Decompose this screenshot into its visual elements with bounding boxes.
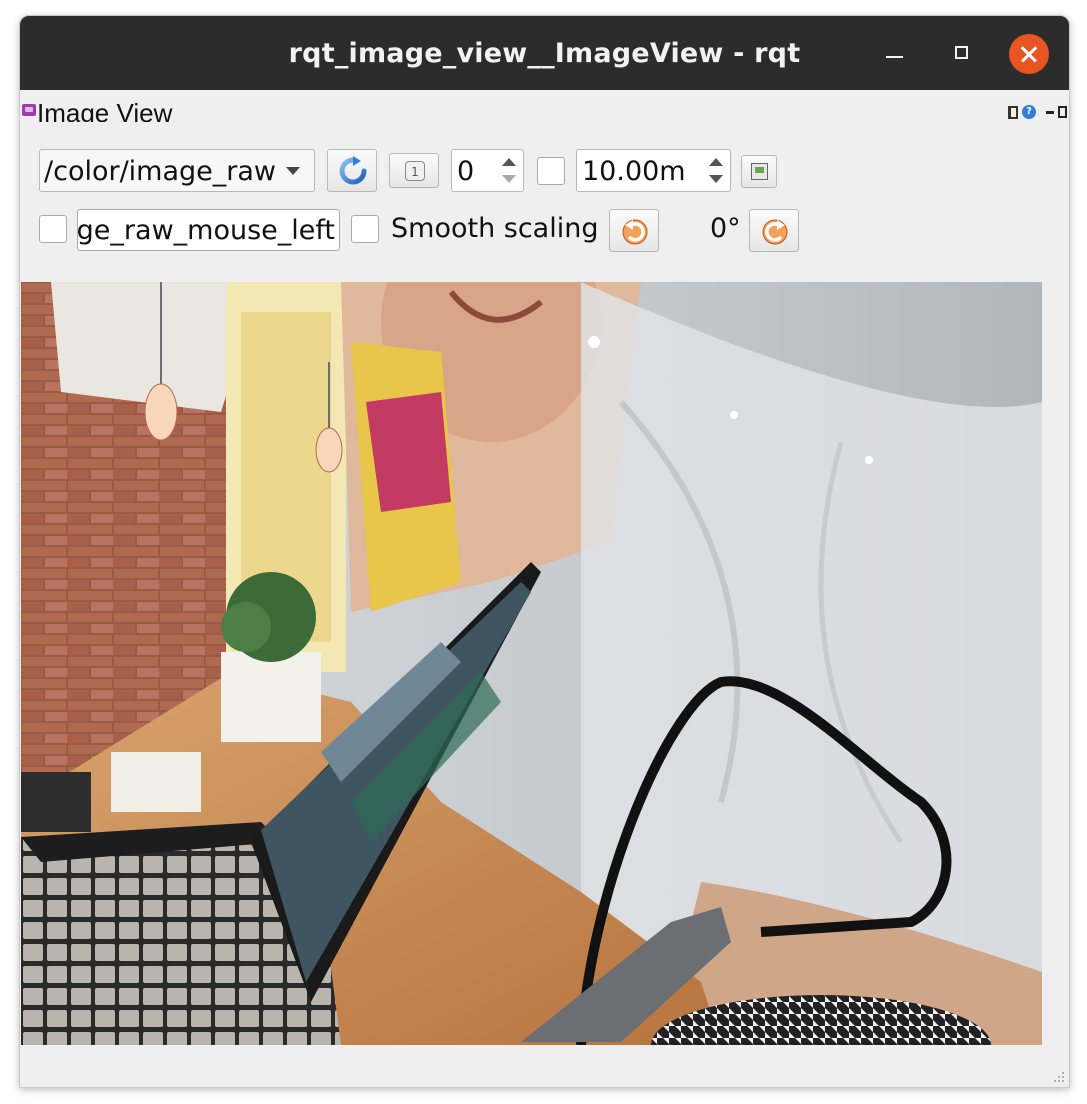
chevron-down-icon	[286, 167, 300, 175]
zoom-original-icon: 1	[405, 161, 425, 181]
max-range-spinbox[interactable]: 10.00m	[576, 149, 731, 192]
max-range-arrows[interactable]	[702, 150, 730, 191]
arrow-down-icon[interactable]	[709, 175, 723, 183]
refresh-topics-button[interactable]	[327, 149, 377, 192]
title-bar[interactable]: rqt_image_view__ImageView - rqt	[20, 16, 1069, 90]
publish-mouse-checkbox[interactable]	[39, 215, 67, 243]
maximize-icon	[955, 46, 968, 59]
close-dock-icon[interactable]	[1058, 106, 1067, 118]
plugin-icon	[22, 104, 36, 116]
rotate-left-icon	[622, 219, 648, 245]
minimize-icon	[886, 56, 903, 58]
arrow-down-icon[interactable]	[502, 175, 516, 183]
dock-widget-header: Image View ?	[20, 94, 1069, 122]
refresh-icon	[339, 156, 367, 185]
rotation-label: 0°	[710, 213, 741, 244]
number-spinbox-arrows[interactable]	[495, 150, 523, 191]
arrow-up-icon[interactable]	[709, 158, 723, 166]
dock-buttons: ?	[1008, 104, 1067, 120]
reload-plugin-icon[interactable]	[1008, 105, 1018, 119]
smooth-scaling-label: Smooth scaling	[391, 213, 599, 244]
rotate-right-button[interactable]	[749, 209, 799, 252]
zoom-1-button[interactable]: 1	[389, 153, 439, 188]
dock-title: Image View	[37, 98, 173, 122]
mouse-topic-value: ge_raw_mouse_left	[77, 215, 335, 246]
minimize-button[interactable]	[876, 34, 916, 74]
save-icon	[751, 163, 768, 180]
camera-image[interactable]	[21, 282, 1042, 1045]
number-spinbox[interactable]: 0	[451, 149, 524, 192]
save-image-button[interactable]	[741, 155, 777, 188]
dynamic-range-checkbox[interactable]	[537, 157, 565, 185]
topic-combobox[interactable]: /color/image_raw	[39, 149, 315, 192]
close-button[interactable]	[1009, 34, 1049, 74]
rotate-left-button[interactable]	[609, 209, 659, 252]
rqt-window: rqt_image_view__ImageView - rqt Image Vi…	[19, 15, 1070, 1088]
camera-image-render	[21, 282, 1042, 1045]
rotate-right-icon	[762, 219, 788, 245]
minimize-dock-icon[interactable]	[1046, 110, 1054, 114]
smooth-scaling-checkbox[interactable]	[351, 215, 379, 243]
help-icon[interactable]: ?	[1022, 105, 1036, 119]
number-spinbox-value: 0	[457, 156, 475, 187]
max-range-value: 10.00m	[582, 156, 686, 187]
resize-grip-icon[interactable]	[1052, 1070, 1066, 1084]
topic-combobox-value: /color/image_raw	[44, 156, 277, 187]
arrow-up-icon[interactable]	[502, 158, 516, 166]
maximize-button[interactable]	[942, 34, 982, 74]
mouse-topic-input[interactable]: ge_raw_mouse_left	[77, 209, 340, 251]
